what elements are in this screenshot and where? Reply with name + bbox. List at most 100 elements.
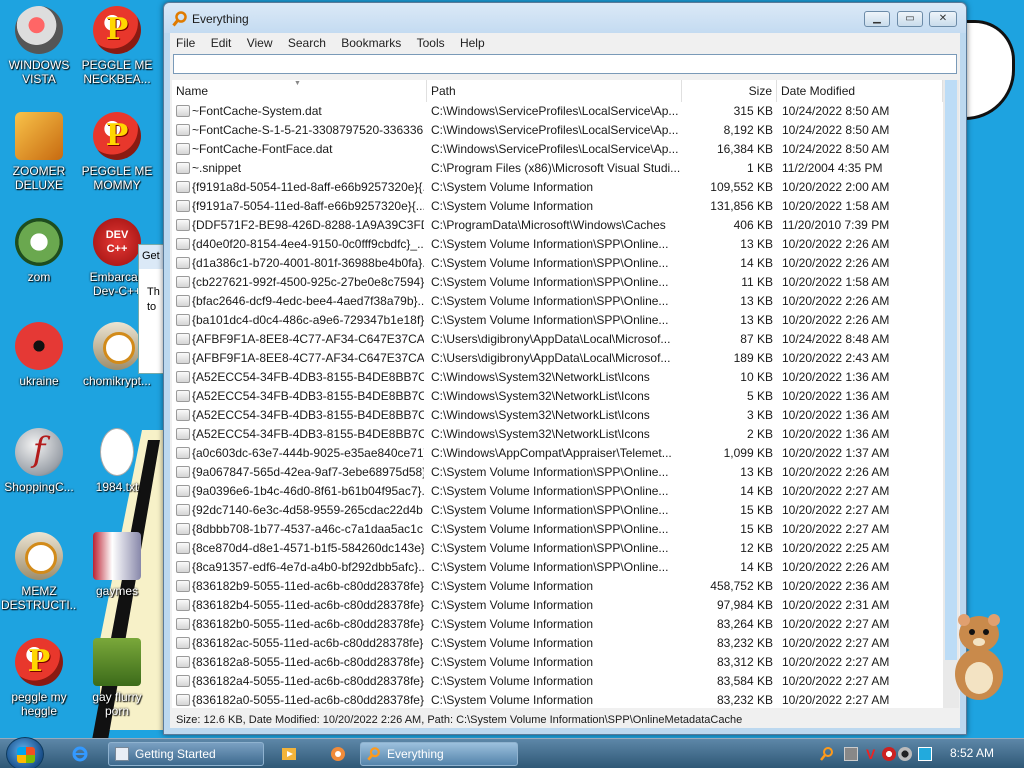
file-icon — [176, 276, 190, 288]
table-row[interactable]: {8dbbb708-1b77-4537-a46c-c7a1daa5ac1c...… — [172, 520, 943, 539]
desktop-icon-peggle-heggle[interactable]: peggle my heggle — [1, 638, 77, 718]
table-row[interactable]: {92dc7140-6e3c-4d58-9559-265cdac22d4b...… — [172, 501, 943, 520]
table-row[interactable]: {cb227621-992f-4500-925c-27be0e8c7594}..… — [172, 273, 943, 292]
tray-search-icon[interactable] — [820, 747, 834, 761]
desktop-icon-windows-vista[interactable]: WINDOWS VISTA — [1, 6, 77, 86]
file-icon — [176, 409, 190, 421]
file-path: C:\Windows\ServiceProfiles\LocalService\… — [431, 142, 679, 156]
table-row[interactable]: {836182a4-5055-11ed-ac6b-c80dd28378fe}..… — [172, 672, 943, 691]
file-icon — [176, 333, 190, 345]
title-bar[interactable]: Everything ▁ ▭ ✕ — [164, 3, 966, 33]
table-row[interactable]: {A52ECC54-34FB-4DB3-8155-B4DE8BB7CD... C:… — [172, 406, 943, 425]
file-date: 10/24/2022 8:50 AM — [782, 142, 890, 156]
table-row[interactable]: ~FontCache-FontFace.dat C:\Windows\Servic… — [172, 140, 943, 159]
file-icon — [176, 428, 190, 440]
table-row[interactable]: {A52ECC54-34FB-4DB3-8155-B4DE8BB7CD... C:… — [172, 425, 943, 444]
close-button[interactable]: ✕ — [929, 11, 957, 27]
file-date: 10/20/2022 2:26 AM — [782, 560, 890, 574]
media-player-icon[interactable] — [281, 746, 297, 762]
file-size: 83,232 KB — [716, 636, 773, 650]
menu-bookmarks[interactable]: Bookmarks — [335, 33, 407, 53]
file-name: {DDF571F2-BE98-426D-8288-1A9A39C3FD... — [192, 218, 424, 232]
table-row[interactable]: {8ca91357-edf6-4e7d-a4b0-bf292dbb5afc}..… — [172, 558, 943, 577]
minimize-button[interactable]: ▁ — [864, 11, 890, 27]
desktop-icon-peggle-neckbeard[interactable]: PEGGLE ME NECKBEA... — [79, 6, 155, 86]
zoomer-icon — [15, 112, 63, 160]
table-row[interactable]: {bfac2646-dcf9-4edc-bee4-4aed7f38a79b}..… — [172, 292, 943, 311]
file-path: C:\Program Files (x86)\Microsoft Visual … — [431, 161, 681, 175]
table-row[interactable]: {836182ac-5055-11ed-ac6b-c80dd28378fe}..… — [172, 634, 943, 653]
tray-antivirus-icon[interactable]: V — [866, 747, 880, 761]
desktop-icon-memz[interactable]: MEMZ DESTRUCTI... — [1, 532, 77, 612]
table-row[interactable]: {836182a0-5055-11ed-ac6b-c80dd28378fe}..… — [172, 691, 943, 708]
desktop-icon-ukraine[interactable]: ukraine — [1, 322, 77, 388]
table-row[interactable]: {DDF571F2-BE98-426D-8288-1A9A39C3FD... C:… — [172, 216, 943, 235]
column-header-date[interactable]: Date Modified — [777, 80, 943, 102]
tray-display-icon[interactable] — [918, 747, 932, 761]
table-row[interactable]: {836182a8-5055-11ed-ac6b-c80dd28378fe}..… — [172, 653, 943, 672]
results-list[interactable]: Name ▼ Path Size Date Modified ~FontCach… — [172, 80, 943, 708]
desktop-icon-shopping[interactable]: ShoppingC... — [1, 428, 77, 494]
table-row[interactable]: {836182b4-5055-11ed-ac6b-c80dd28378fe}..… — [172, 596, 943, 615]
menu-help[interactable]: Help — [454, 33, 491, 53]
file-date: 10/24/2022 8:50 AM — [782, 104, 890, 118]
table-row[interactable]: {9a067847-565d-42ea-9af7-3ebe68975d58}..… — [172, 463, 943, 482]
search-input[interactable] — [173, 54, 957, 74]
menu-file[interactable]: File — [170, 33, 201, 53]
radiation-icon — [15, 322, 63, 370]
column-header-size[interactable]: Size — [682, 80, 777, 102]
desktop-icon-zom[interactable]: zom — [1, 218, 77, 284]
table-row[interactable]: {A52ECC54-34FB-4DB3-8155-B4DE8BB7CD... C:… — [172, 387, 943, 406]
file-date: 10/20/2022 1:36 AM — [782, 389, 890, 403]
table-row[interactable]: {A52ECC54-34FB-4DB3-8155-B4DE8BB7CD... C:… — [172, 368, 943, 387]
tray-network-icon[interactable] — [844, 747, 858, 761]
menu-view[interactable]: View — [241, 33, 279, 53]
table-row[interactable]: ~FontCache-S-1-5-21-3308797520-336336...… — [172, 121, 943, 140]
file-name: ~FontCache-S-1-5-21-3308797520-336336... — [192, 123, 424, 137]
desktop-icon-1984-txt[interactable]: 1984.txt — [79, 428, 155, 494]
table-row[interactable]: {836182b0-5055-11ed-ac6b-c80dd28378fe}..… — [172, 615, 943, 634]
app-icon[interactable] — [330, 746, 346, 762]
desktop-icon-gay-flurry[interactable]: gay flurry porn — [79, 638, 155, 718]
file-size: 13 KB — [740, 313, 773, 327]
table-row[interactable]: ~FontCache-System.dat C:\Windows\ServiceP… — [172, 102, 943, 121]
everything-window[interactable]: Everything ▁ ▭ ✕ File Edit View Search B… — [163, 2, 967, 735]
desktop-icon-gaymes[interactable]: gaymes — [79, 532, 155, 598]
table-row[interactable]: {a0c603dc-63e7-444b-9025-e35ae840ce71}..… — [172, 444, 943, 463]
file-icon — [176, 390, 190, 402]
menu-search[interactable]: Search — [282, 33, 332, 53]
file-date: 10/20/2022 2:25 AM — [782, 541, 890, 555]
menu-edit[interactable]: Edit — [205, 33, 238, 53]
tray-record-icon[interactable] — [882, 747, 896, 761]
table-row[interactable]: {d1a386c1-b720-4001-801f-36988be4b0fa}..… — [172, 254, 943, 273]
file-path: C:\System Volume Information — [431, 693, 594, 707]
table-row[interactable]: {AFBF9F1A-8EE8-4C77-AF34-C647E37CA0... C:… — [172, 349, 943, 368]
table-row[interactable]: {f9191a8d-5054-11ed-8aff-e66b9257320e}{.… — [172, 178, 943, 197]
file-icon — [176, 694, 190, 706]
file-icon — [176, 143, 190, 155]
taskbar-button-getting-started[interactable]: Getting Started — [108, 742, 264, 766]
table-row[interactable]: {9a0396e6-1b4c-46d0-8f61-b61b04f95ac7}..… — [172, 482, 943, 501]
desktop-icon-zoomer-deluxe[interactable]: ZOOMER DELUXE — [1, 112, 77, 192]
maximize-button[interactable]: ▭ — [897, 11, 923, 27]
taskbar-clock[interactable]: 8:52 AM — [950, 746, 994, 760]
file-path: C:\System Volume Information\SPP\Online.… — [431, 541, 669, 555]
desktop-icon-peggle-mommy[interactable]: PEGGLE ME MOMMY — [79, 112, 155, 192]
table-row[interactable]: {8ce870d4-d8e1-4571-b1f5-584260dc143e}..… — [172, 539, 943, 558]
file-icon — [176, 105, 190, 117]
table-row[interactable]: {ba101dc4-d0c4-486c-a9e6-729347b1e18f}..… — [172, 311, 943, 330]
scrollbar-thumb[interactable] — [945, 80, 957, 660]
taskbar-button-everything[interactable]: Everything — [360, 742, 518, 766]
table-row[interactable]: {d40e0f20-8154-4ee4-9150-0c0fff9cbdfc}_.… — [172, 235, 943, 254]
internet-explorer-icon[interactable] — [72, 746, 88, 762]
table-row[interactable]: {836182b9-5055-11ed-ac6b-c80dd28378fe}..… — [172, 577, 943, 596]
menu-tools[interactable]: Tools — [411, 33, 451, 53]
background-window[interactable]: Get Th to — [138, 244, 165, 374]
column-header-path[interactable]: Path — [427, 80, 682, 102]
table-row[interactable]: ~.snippet C:\Program Files (x86)\Microsof… — [172, 159, 943, 178]
table-row[interactable]: {f9191a7-5054-11ed-8aff-e66b9257320e}{..… — [172, 197, 943, 216]
start-button[interactable] — [6, 737, 44, 768]
table-row[interactable]: {AFBF9F1A-8EE8-4C77-AF34-C647E37CA0... C:… — [172, 330, 943, 349]
tray-disc-icon[interactable] — [898, 747, 912, 761]
file-name: {836182b4-5055-11ed-ac6b-c80dd28378fe}..… — [192, 598, 424, 612]
